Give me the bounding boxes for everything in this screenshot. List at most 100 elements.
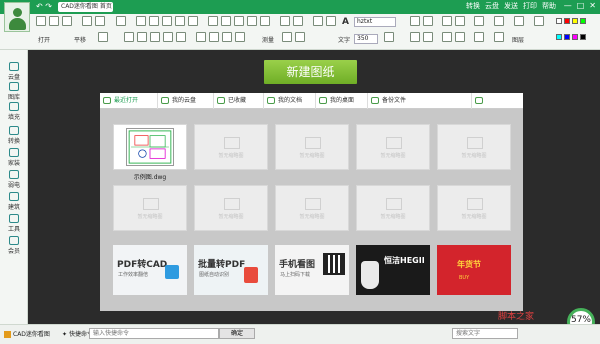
tab-recent[interactable]: 最近打开 — [100, 93, 158, 109]
tab-cloud[interactable]: 我的云盘 — [158, 93, 214, 109]
image-icon[interactable] — [423, 32, 433, 42]
text-style-icon[interactable]: A — [342, 17, 349, 27]
sidebar-item-convert[interactable]: 转换 — [3, 126, 25, 146]
layout-icon[interactable] — [534, 16, 544, 26]
angle-icon[interactable] — [326, 16, 336, 26]
sidebar-item-building[interactable]: 建筑 — [3, 192, 25, 212]
select-icon[interactable] — [442, 16, 452, 26]
polygon-icon[interactable] — [163, 32, 173, 42]
color-black-swatch[interactable] — [580, 34, 586, 40]
lock-icon[interactable] — [455, 32, 465, 42]
extend-icon[interactable] — [209, 32, 219, 42]
tab-extra[interactable] — [472, 93, 523, 109]
color-green-swatch[interactable] — [580, 18, 586, 24]
ruler-icon[interactable] — [282, 32, 292, 42]
dimension-icon[interactable] — [313, 16, 323, 26]
polyline-icon[interactable] — [124, 32, 134, 42]
pen-icon[interactable] — [410, 16, 420, 26]
area-icon[interactable] — [293, 16, 303, 26]
color-magenta-swatch[interactable] — [572, 34, 578, 40]
ok-button[interactable]: 确定 — [219, 328, 255, 339]
line-icon[interactable] — [116, 16, 126, 26]
circle-icon[interactable] — [175, 16, 185, 26]
copy-icon[interactable] — [221, 16, 231, 26]
rect-draw-icon[interactable] — [137, 32, 147, 42]
sidebar-item-cloud[interactable]: 云盘 — [3, 62, 25, 82]
text-label[interactable]: 文字 — [338, 35, 350, 44]
sidebar-item-low-voltage[interactable]: 弱电 — [3, 170, 25, 190]
command-input[interactable] — [89, 328, 219, 339]
sidebar-item-home[interactable]: 家装 — [3, 148, 25, 168]
print-icon[interactable] — [62, 16, 72, 26]
compare-icon[interactable] — [295, 32, 305, 42]
layer-label[interactable]: 图层 — [512, 35, 524, 44]
ellipse-icon[interactable] — [150, 32, 160, 42]
color-red-swatch[interactable] — [564, 18, 570, 24]
tab-documents[interactable]: 我的文档 — [264, 93, 316, 109]
window-select-icon[interactable] — [455, 16, 465, 26]
ad-mobile-viewer[interactable]: 手机看图 马上扫码下载 — [275, 245, 349, 295]
recent-file-thumb[interactable] — [113, 124, 187, 170]
fill-tool-icon[interactable] — [474, 16, 484, 26]
hatch-icon[interactable] — [474, 32, 484, 42]
search-text-input[interactable] — [452, 328, 518, 339]
close-button[interactable]: ✕ — [589, 1, 596, 10]
tab-backup[interactable]: 备份文件 — [368, 93, 472, 109]
ad-hegii[interactable]: 恒洁HEGII — [356, 245, 430, 295]
sidebar-item-library[interactable]: 图库 — [3, 82, 25, 102]
file-name[interactable]: 示例图.dwg — [113, 172, 187, 181]
highlighter-icon[interactable] — [410, 32, 420, 42]
sidebar-item-fill[interactable]: 填充 — [3, 102, 25, 122]
font-select[interactable]: hztxt — [354, 17, 396, 27]
arrow-icon[interactable] — [136, 16, 146, 26]
insert-icon[interactable] — [494, 32, 504, 42]
maximize-button[interactable]: □ — [577, 1, 585, 10]
tab-favorites[interactable]: 已收藏 — [214, 93, 264, 109]
color-cyan-swatch[interactable] — [556, 34, 562, 40]
scale-icon[interactable] — [260, 16, 270, 26]
zoom-window-icon[interactable] — [98, 32, 108, 42]
color-yellow-swatch[interactable] — [572, 18, 578, 24]
ad-new-year-sale[interactable]: 年货节 BUY — [437, 245, 511, 295]
size-select[interactable]: 350 — [354, 34, 378, 44]
rect-icon[interactable] — [188, 16, 198, 26]
rotate-icon[interactable] — [247, 16, 257, 26]
hand-icon[interactable] — [442, 32, 452, 42]
offset-icon[interactable] — [222, 32, 232, 42]
zoom-out-icon[interactable] — [95, 16, 105, 26]
save-icon[interactable] — [49, 16, 59, 26]
user-avatar[interactable] — [4, 2, 30, 32]
send-button[interactable]: 发送 — [504, 1, 518, 11]
mirror-icon[interactable] — [235, 32, 245, 42]
sidebar-item-tools[interactable]: 工具 — [3, 214, 25, 234]
tab-desktop[interactable]: 我的桌面 — [316, 93, 368, 109]
cloud-line-icon[interactable] — [162, 16, 172, 26]
sidebar-item-member[interactable]: 会员 — [3, 236, 25, 256]
color-blue-swatch[interactable] — [564, 34, 570, 40]
measure-label[interactable]: 测量 — [262, 35, 274, 44]
layer-icon[interactable] — [514, 16, 524, 26]
ad-batch-pdf[interactable]: 批量转PDF 图纸自动识别 — [194, 245, 268, 295]
open-label[interactable]: 打开 — [38, 35, 50, 44]
trim-icon[interactable] — [196, 32, 206, 42]
document-tab[interactable]: CAD迷你看图 首页 — [58, 2, 113, 12]
nav-arrows[interactable]: ↶ ↷ — [36, 2, 52, 11]
minimize-button[interactable]: — — [564, 1, 572, 10]
marker-icon[interactable] — [423, 16, 433, 26]
bold-icon[interactable] — [384, 32, 394, 42]
cloud-button[interactable]: 云盘 — [485, 1, 499, 11]
new-drawing-button[interactable]: 新建图纸 — [264, 60, 357, 84]
convert-button[interactable]: 转换 — [466, 1, 480, 11]
text-tool-icon[interactable] — [149, 16, 159, 26]
print-button[interactable]: 打印 — [523, 1, 537, 11]
ad-pdf-to-cad[interactable]: PDF转CAD 工作效率翻倍 — [113, 245, 187, 295]
arc-icon[interactable] — [176, 32, 186, 42]
color-white-swatch[interactable] — [556, 18, 562, 24]
help-button[interactable]: 帮助 — [542, 1, 556, 11]
app-label[interactable]: CAD迷你看图 — [4, 329, 50, 338]
measure-icon[interactable] — [280, 16, 290, 26]
erase-icon[interactable] — [208, 16, 218, 26]
zoom-in-icon[interactable] — [82, 16, 92, 26]
move-icon[interactable] — [234, 16, 244, 26]
open-icon[interactable] — [36, 16, 46, 26]
